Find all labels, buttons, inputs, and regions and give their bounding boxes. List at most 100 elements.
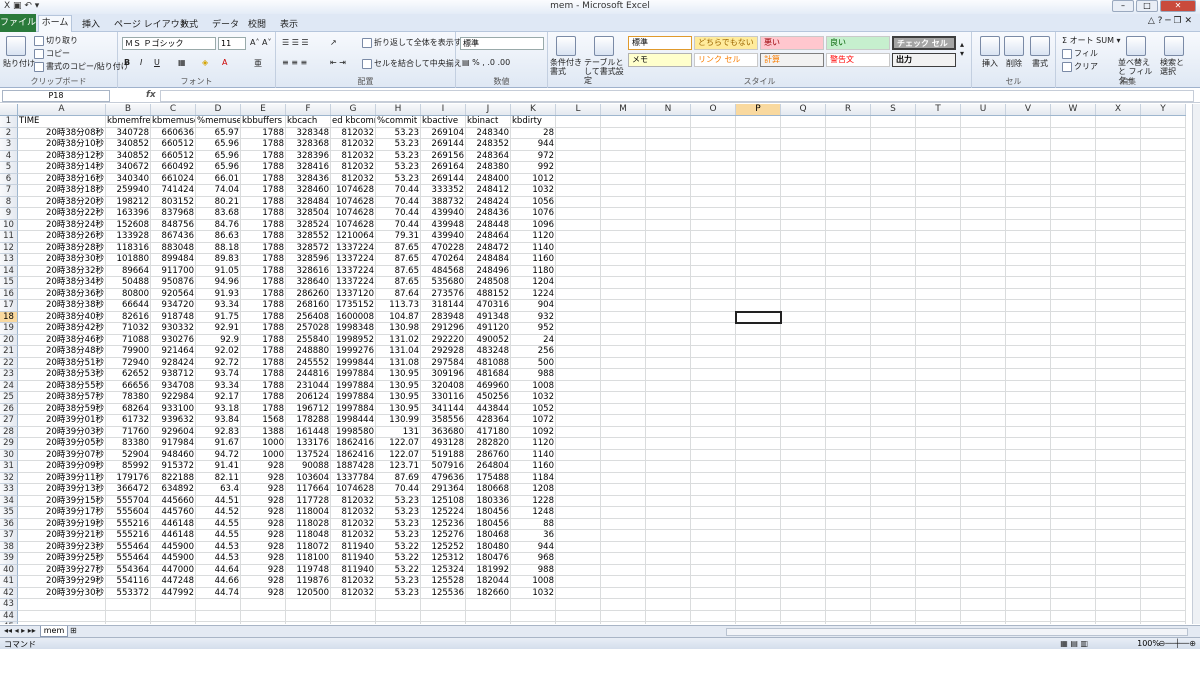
cell-y22[interactable] bbox=[1141, 357, 1186, 369]
cell-h12[interactable]: 87.65 bbox=[376, 242, 421, 254]
cell-a41[interactable]: 20時39分29秒 bbox=[18, 576, 106, 588]
row-header[interactable]: 3 bbox=[0, 139, 18, 151]
cell-c21[interactable]: 921464 bbox=[151, 346, 196, 358]
cell-n13[interactable] bbox=[646, 254, 691, 266]
cell-j42[interactable]: 182660 bbox=[466, 587, 511, 599]
cell-v12[interactable] bbox=[1006, 242, 1051, 254]
cell-a45[interactable] bbox=[18, 622, 106, 624]
cell-l6[interactable] bbox=[556, 173, 601, 185]
cell-b14[interactable]: 89664 bbox=[106, 265, 151, 277]
cell-m34[interactable] bbox=[601, 495, 646, 507]
cell-k16[interactable]: 1224 bbox=[511, 288, 556, 300]
cell-t5[interactable] bbox=[916, 162, 961, 174]
cell-n33[interactable] bbox=[646, 484, 691, 496]
cell-m38[interactable] bbox=[601, 541, 646, 553]
cell-a18[interactable]: 20時38分40秒 bbox=[18, 311, 106, 323]
cell-g8[interactable]: 1074628 bbox=[331, 196, 376, 208]
cell-d24[interactable]: 93.34 bbox=[196, 380, 241, 392]
cell-k14[interactable]: 1180 bbox=[511, 265, 556, 277]
cell-i5[interactable]: 269164 bbox=[421, 162, 466, 174]
cell-i42[interactable]: 125536 bbox=[421, 587, 466, 599]
cell-f44[interactable] bbox=[286, 610, 331, 622]
cell-h34[interactable]: 53.23 bbox=[376, 495, 421, 507]
column-header-d[interactable]: D bbox=[196, 104, 241, 115]
cell-n44[interactable] bbox=[646, 610, 691, 622]
cell-t42[interactable] bbox=[916, 587, 961, 599]
cell-k12[interactable]: 1140 bbox=[511, 242, 556, 254]
cell-d17[interactable]: 93.34 bbox=[196, 300, 241, 312]
cell-d21[interactable]: 92.02 bbox=[196, 346, 241, 358]
row-header[interactable]: 11 bbox=[0, 231, 18, 243]
cell-m30[interactable] bbox=[601, 449, 646, 461]
cell-f8[interactable]: 328484 bbox=[286, 196, 331, 208]
cell-i35[interactable]: 125224 bbox=[421, 507, 466, 519]
cell-a17[interactable]: 20時38分38秒 bbox=[18, 300, 106, 312]
cell-g41[interactable]: 812032 bbox=[331, 576, 376, 588]
cell-i16[interactable]: 273576 bbox=[421, 288, 466, 300]
cell-h1[interactable]: %commit bbox=[376, 116, 421, 128]
cell-n37[interactable] bbox=[646, 530, 691, 542]
cell-k3[interactable]: 944 bbox=[511, 139, 556, 151]
cell-r30[interactable] bbox=[826, 449, 871, 461]
cell-x34[interactable] bbox=[1096, 495, 1141, 507]
cell-l31[interactable] bbox=[556, 461, 601, 473]
cell-q2[interactable] bbox=[781, 127, 826, 139]
cell-g31[interactable]: 1887428 bbox=[331, 461, 376, 473]
cell-s4[interactable] bbox=[871, 150, 916, 162]
column-header-m[interactable]: M bbox=[601, 104, 646, 115]
cell-p28[interactable] bbox=[736, 426, 781, 438]
cell-u22[interactable] bbox=[961, 357, 1006, 369]
cell-m10[interactable] bbox=[601, 219, 646, 231]
cell-m5[interactable] bbox=[601, 162, 646, 174]
cell-w35[interactable] bbox=[1051, 507, 1096, 519]
cell-r21[interactable] bbox=[826, 346, 871, 358]
cell-a25[interactable]: 20時38分57秒 bbox=[18, 392, 106, 404]
column-header-c[interactable]: C bbox=[151, 104, 196, 115]
cell-a33[interactable]: 20時39分13秒 bbox=[18, 484, 106, 496]
cell-l16[interactable] bbox=[556, 288, 601, 300]
cell-y6[interactable] bbox=[1141, 173, 1186, 185]
cell-n17[interactable] bbox=[646, 300, 691, 312]
cell-j6[interactable]: 248400 bbox=[466, 173, 511, 185]
cell-f26[interactable]: 196712 bbox=[286, 403, 331, 415]
cell-v3[interactable] bbox=[1006, 139, 1051, 151]
cell-l40[interactable] bbox=[556, 564, 601, 576]
row-header[interactable]: 37 bbox=[0, 530, 18, 542]
cell-x9[interactable] bbox=[1096, 208, 1141, 220]
cell-d3[interactable]: 65.96 bbox=[196, 139, 241, 151]
cell-f10[interactable]: 328524 bbox=[286, 219, 331, 231]
cell-u24[interactable] bbox=[961, 380, 1006, 392]
cell-i31[interactable]: 507916 bbox=[421, 461, 466, 473]
cell-f22[interactable]: 245552 bbox=[286, 357, 331, 369]
cell-k2[interactable]: 28 bbox=[511, 127, 556, 139]
cell-m15[interactable] bbox=[601, 277, 646, 289]
cell-a13[interactable]: 20時38分30秒 bbox=[18, 254, 106, 266]
cell-x44[interactable] bbox=[1096, 610, 1141, 622]
cell-g6[interactable]: 812032 bbox=[331, 173, 376, 185]
cell-h27[interactable]: 130.99 bbox=[376, 415, 421, 427]
cell-k13[interactable]: 1160 bbox=[511, 254, 556, 266]
cell-s16[interactable] bbox=[871, 288, 916, 300]
row-header[interactable]: 4 bbox=[0, 150, 18, 162]
row-header[interactable]: 42 bbox=[0, 587, 18, 599]
cell-g36[interactable]: 812032 bbox=[331, 518, 376, 530]
cell-w37[interactable] bbox=[1051, 530, 1096, 542]
row-header[interactable]: 28 bbox=[0, 426, 18, 438]
cell-t21[interactable] bbox=[916, 346, 961, 358]
cell-w8[interactable] bbox=[1051, 196, 1096, 208]
cell-d43[interactable] bbox=[196, 599, 241, 611]
cell-r35[interactable] bbox=[826, 507, 871, 519]
cell-l33[interactable] bbox=[556, 484, 601, 496]
cell-r26[interactable] bbox=[826, 403, 871, 415]
cell-b15[interactable]: 50488 bbox=[106, 277, 151, 289]
merge-center-button[interactable]: セルを結合して中央揃え bbox=[362, 58, 462, 69]
style-linked-cell[interactable]: リンク セル bbox=[694, 53, 758, 67]
cell-y21[interactable] bbox=[1141, 346, 1186, 358]
cell-g21[interactable]: 1999276 bbox=[331, 346, 376, 358]
cell-s1[interactable] bbox=[871, 116, 916, 128]
cell-n23[interactable] bbox=[646, 369, 691, 381]
cell-k21[interactable]: 256 bbox=[511, 346, 556, 358]
cell-m31[interactable] bbox=[601, 461, 646, 473]
cell-q8[interactable] bbox=[781, 196, 826, 208]
style-calculation[interactable]: 計算 bbox=[760, 53, 824, 67]
